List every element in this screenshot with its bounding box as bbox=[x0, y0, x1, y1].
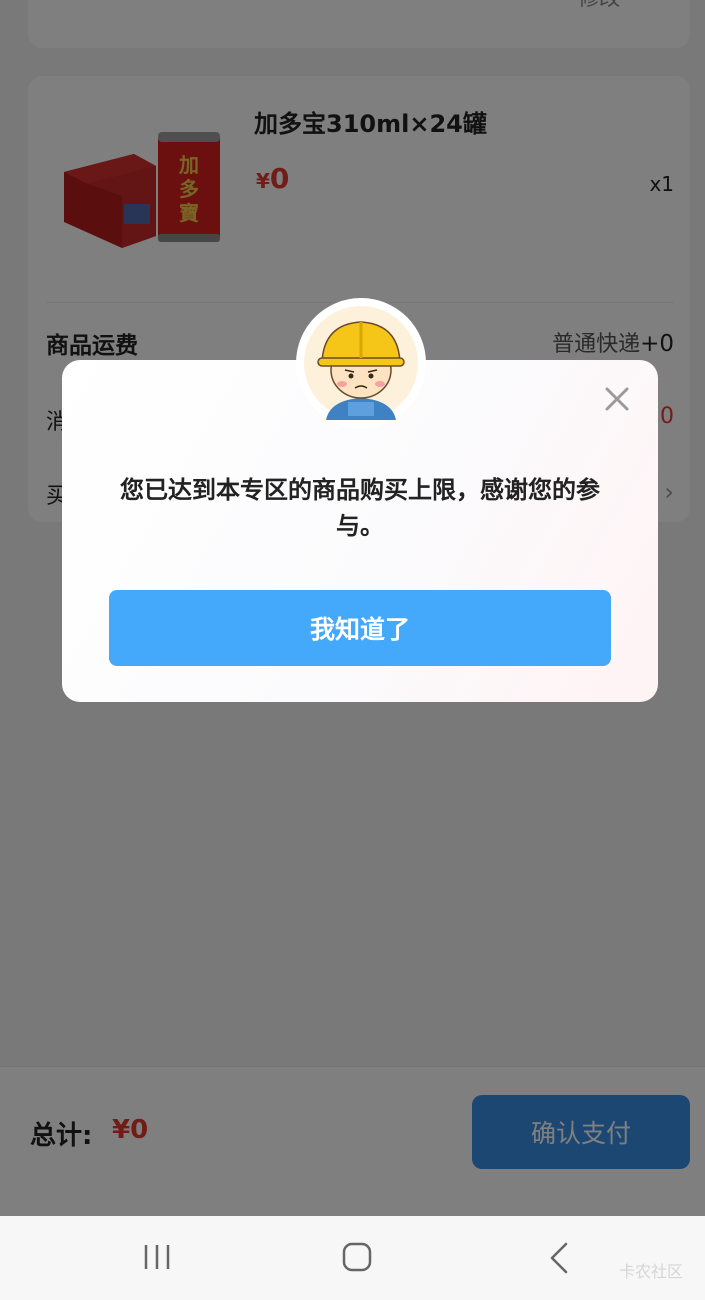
recent-apps-icon[interactable] bbox=[142, 1242, 172, 1276]
acknowledge-button[interactable]: 我知道了 bbox=[109, 590, 611, 666]
worker-avatar-icon bbox=[296, 298, 426, 428]
system-nav-bar: 卡农社区 bbox=[0, 1216, 705, 1300]
close-icon[interactable] bbox=[602, 384, 632, 414]
watermark: 卡农社区 bbox=[618, 1262, 683, 1281]
home-icon[interactable] bbox=[342, 1242, 372, 1276]
back-icon[interactable] bbox=[548, 1242, 572, 1278]
dialog-message: 您已达到本专区的商品购买上限，感谢您的参与。 bbox=[120, 476, 600, 540]
